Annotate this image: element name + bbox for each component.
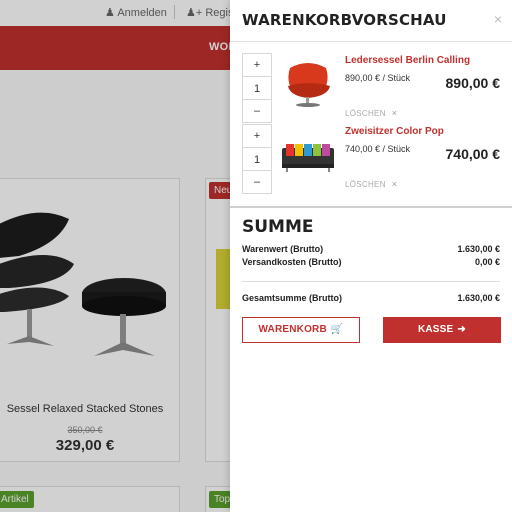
quantity-value[interactable]: 1	[243, 76, 271, 100]
items-divider	[230, 206, 512, 208]
delete-button[interactable]: LÖSCHEN ×	[345, 179, 397, 189]
item-total: 740,00 €	[445, 146, 501, 162]
panel-title: WARENKORBVORSCHAU	[242, 11, 447, 29]
product-thumbnail[interactable]	[278, 134, 338, 184]
close-icon[interactable]: ×	[494, 11, 502, 27]
minus-button[interactable]: –	[243, 100, 271, 122]
checkout-button-label: KASSE	[417, 324, 454, 335]
checkout-button[interactable]: KASSE ➜	[383, 317, 501, 343]
cart-item: + 1 – Zweisitzer Color Pop 740,00 € / St…	[230, 124, 512, 194]
summary-title: SUMME	[242, 217, 314, 237]
panel-header: WARENKORBVORSCHAU ×	[230, 0, 512, 42]
summary-divider	[242, 281, 500, 282]
delete-label: LÖSCHEN	[345, 109, 386, 118]
item-unit-price: 740,00 € / Stück	[345, 144, 411, 154]
minus-button[interactable]: –	[243, 171, 271, 193]
total-label: Gesamtsumme (Brutto)	[242, 293, 343, 303]
summary-value: 1.630,00 €	[457, 244, 500, 254]
shopping-cart-icon: 🛒	[330, 324, 344, 335]
summary-value: 0,00 €	[474, 257, 500, 267]
plus-button[interactable]: +	[243, 54, 271, 76]
cart-button-label: WARENKORB	[258, 324, 327, 335]
quantity-stepper: + 1 –	[242, 53, 272, 123]
delete-label: LÖSCHEN	[345, 180, 386, 189]
plus-button[interactable]: +	[243, 125, 271, 147]
delete-button[interactable]: LÖSCHEN ×	[345, 108, 397, 118]
quantity-stepper: + 1 –	[242, 124, 272, 194]
item-unit-price: 890,00 € / Stück	[345, 73, 411, 83]
item-name-link[interactable]: Zweisitzer Color Pop	[345, 126, 444, 137]
close-icon: ×	[391, 179, 398, 189]
summary-label: Warenwert (Brutto)	[242, 244, 324, 254]
item-name-link[interactable]: Ledersessel Berlin Calling	[345, 55, 470, 66]
total-value: 1.630,00 €	[457, 293, 500, 303]
close-icon: ×	[391, 108, 398, 118]
quantity-value[interactable]: 1	[243, 147, 271, 171]
cart-preview-panel: WARENKORBVORSCHAU × + 1 – Ledersessel Be…	[230, 0, 512, 512]
cart-button[interactable]: WARENKORB 🛒	[242, 317, 360, 343]
item-total: 890,00 €	[445, 75, 501, 91]
arrow-right-icon: ➜	[457, 324, 467, 335]
product-thumbnail[interactable]	[278, 60, 338, 110]
summary-label: Versandkosten (Brutto)	[242, 257, 342, 267]
cart-item: + 1 – Ledersessel Berlin Calling 890,00 …	[230, 53, 512, 123]
